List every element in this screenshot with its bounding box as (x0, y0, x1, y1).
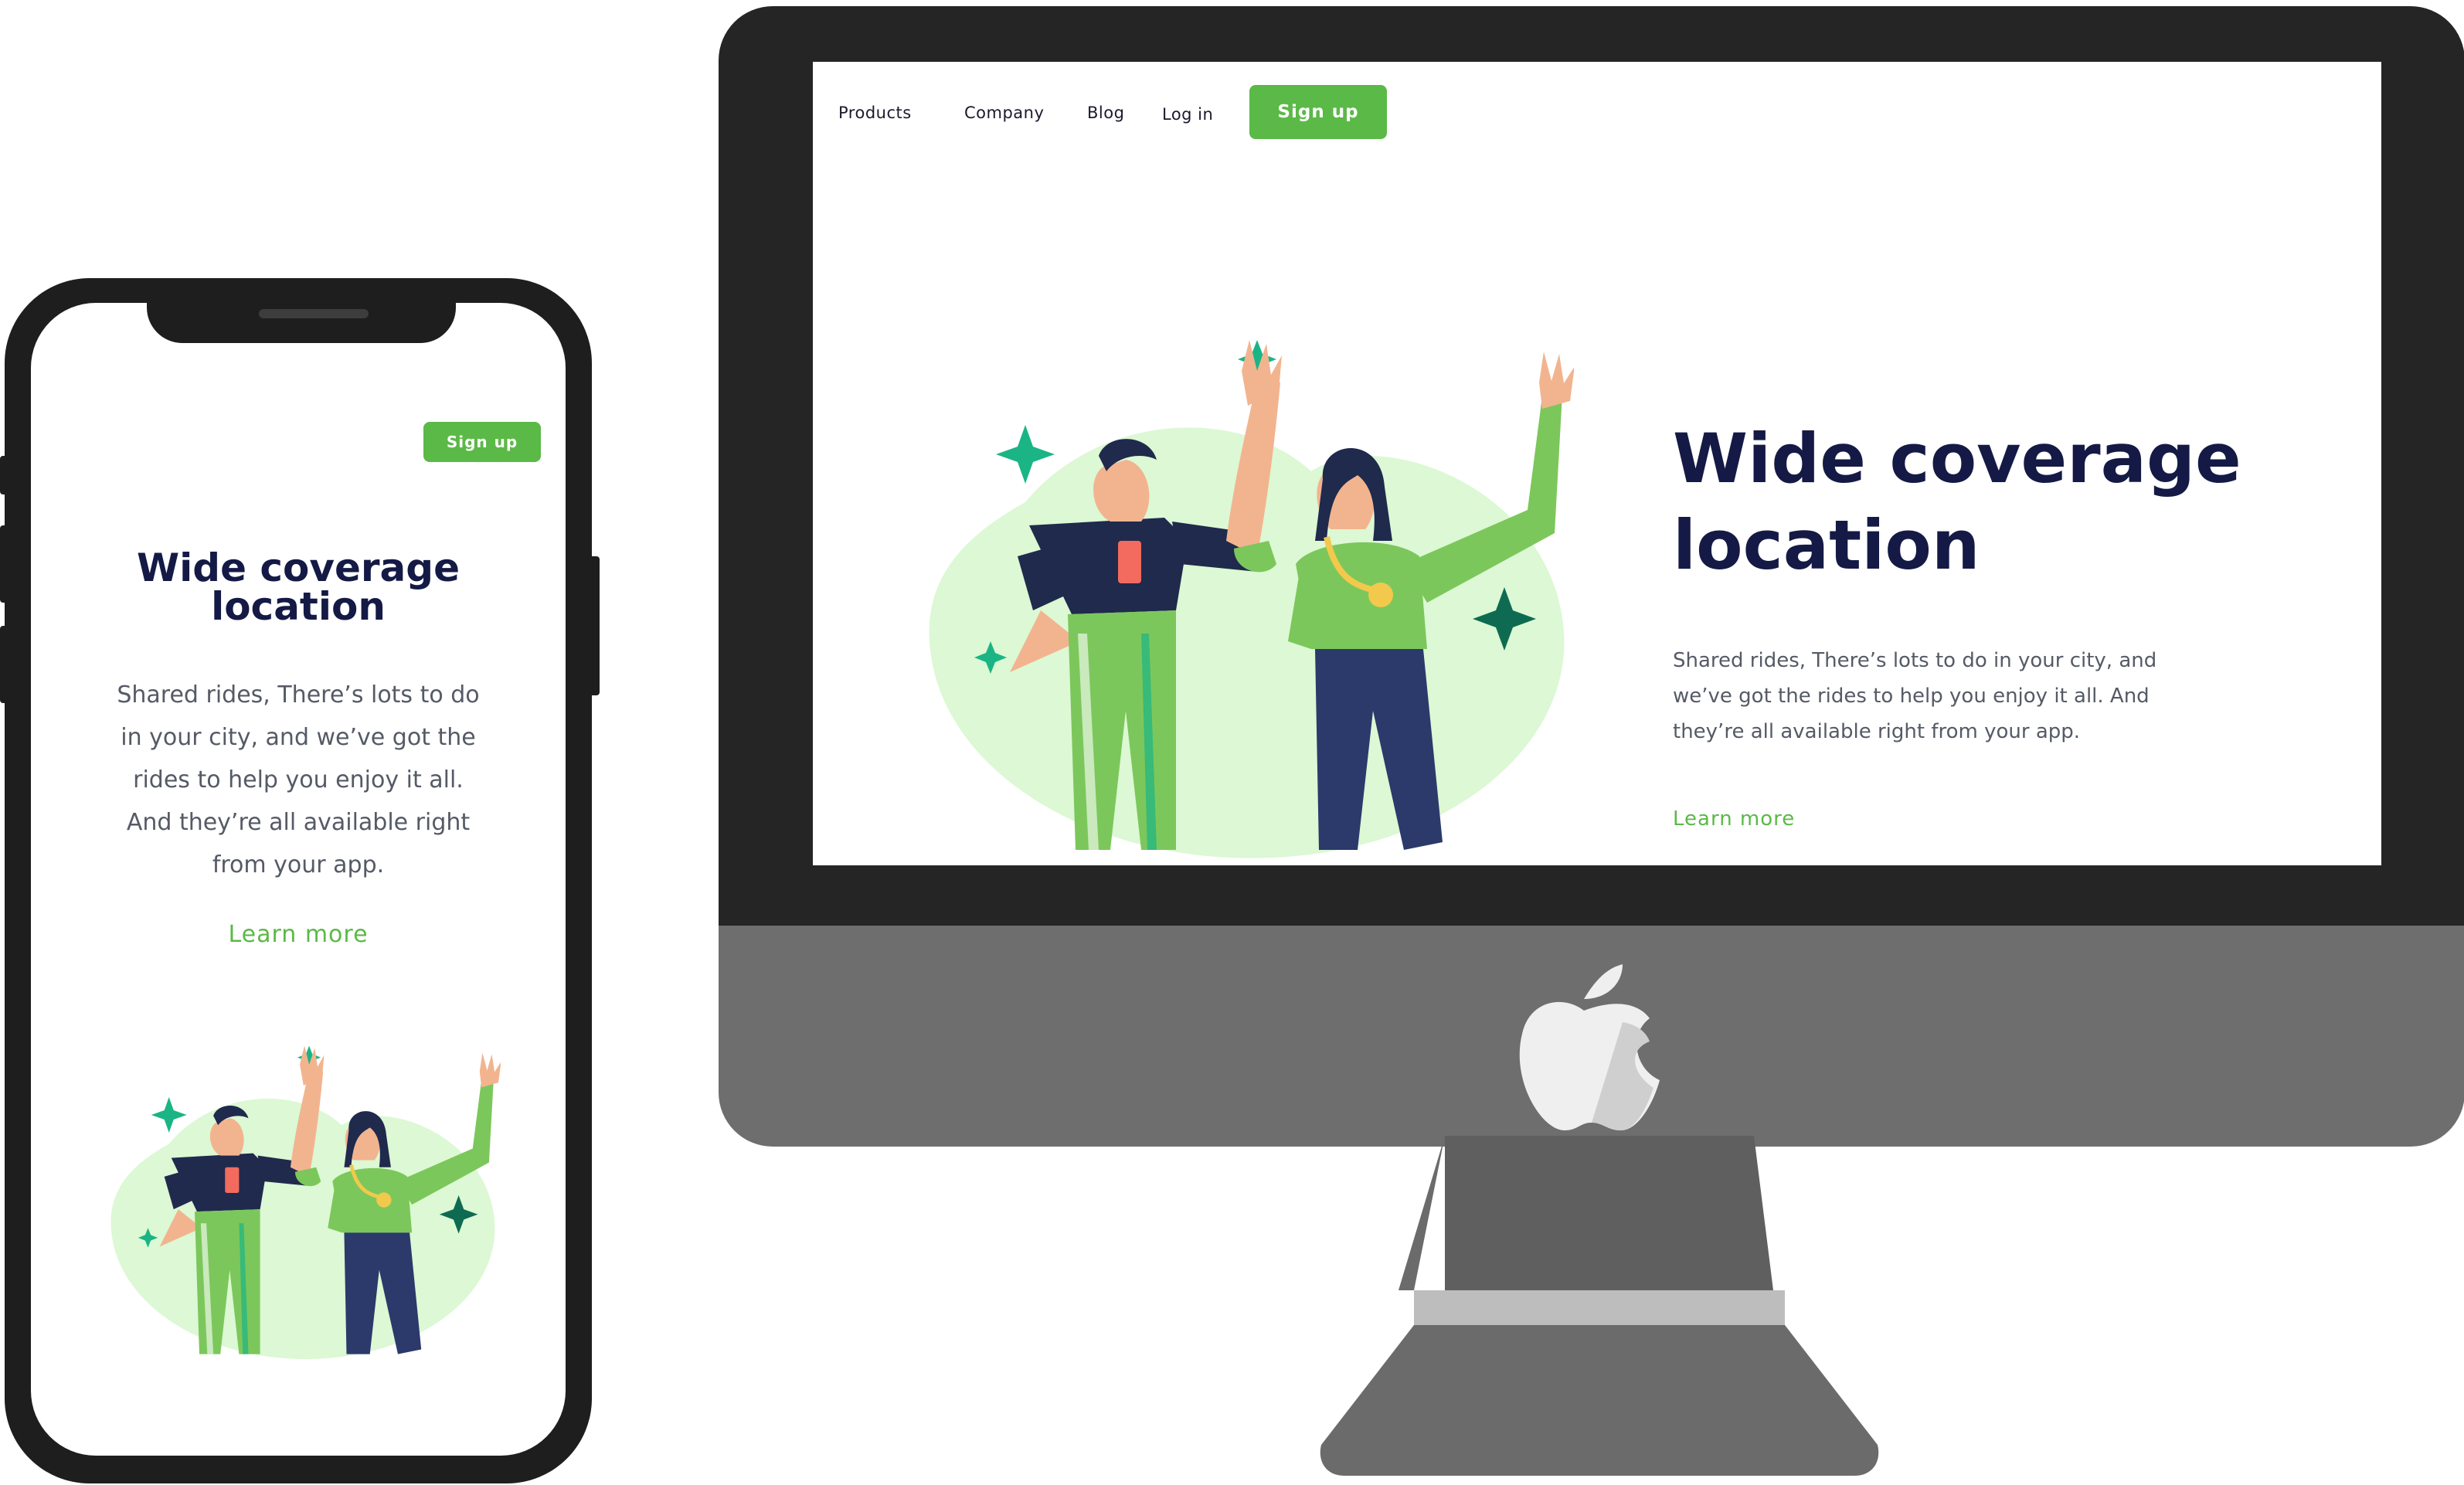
mobile-hero-description-line5: from your app. (212, 851, 385, 878)
nav-company[interactable]: Company (964, 104, 1044, 122)
hero-title-line1: Wide coverage (1673, 419, 2241, 498)
imac-stand (1320, 1136, 1879, 1476)
hero-title: Wide coverage location (1673, 416, 2241, 589)
hero-description-line3: they’re all available right from your ap… (1673, 720, 2081, 743)
mobile-hero-title-line1: Wide coverage (137, 545, 460, 590)
imac-chin (719, 926, 2464, 1147)
phone-notch (147, 294, 456, 343)
mobile-signup-button[interactable]: Sign up (423, 422, 541, 462)
phone-volume-down (0, 626, 11, 703)
apple-logo-icon (1507, 957, 1661, 1134)
hero-description-line1: Shared rides, There’s lots to do in your… (1673, 649, 2157, 672)
mobile-hero-description-line4: And they’re all available right (126, 809, 471, 836)
mobile-hero-description-line3: rides to help you enjoy it all. (133, 766, 464, 793)
mobile-hero-title-line2: location (211, 584, 386, 629)
phone-volume-up (0, 525, 11, 603)
mobile-signup-button-label: Sign up (446, 433, 518, 451)
nav-blog[interactable]: Blog (1087, 104, 1124, 122)
nav-login[interactable]: Log in (1162, 105, 1213, 124)
signup-button-label: Sign up (1277, 102, 1359, 122)
phone-side-button (0, 456, 11, 494)
mobile-hero-title: Wide coverage location (31, 549, 566, 626)
phone-power-button (587, 556, 600, 695)
mobile-hero-description: Shared rides, There’s lots to do in your… (31, 674, 566, 886)
mobile-screen: Sign up Wide coverage location Shared ri… (31, 303, 566, 1456)
phone-speaker (259, 309, 369, 318)
mobile-learn-more-link[interactable]: Learn more (31, 921, 566, 948)
hero-title-line2: location (1673, 505, 1980, 585)
nav-products[interactable]: Products (838, 104, 912, 122)
hero-illustration (909, 309, 1574, 865)
mobile-hero-description-line2: in your city, and we’ve got the (121, 724, 476, 751)
hero-description-line2: we’ve got the rides to help you enjoy it… (1673, 685, 2150, 708)
signup-button[interactable]: Sign up (1249, 85, 1387, 139)
mobile-hero-description-line1: Shared rides, There’s lots to do (117, 681, 480, 709)
mobile-hero-illustration (99, 1025, 501, 1365)
desktop-screen: Products Company Blog Log in Sign up Wid… (813, 62, 2381, 865)
learn-more-link[interactable]: Learn more (1673, 807, 1795, 831)
hero-description: Shared rides, There’s lots to do in your… (1673, 643, 2156, 749)
